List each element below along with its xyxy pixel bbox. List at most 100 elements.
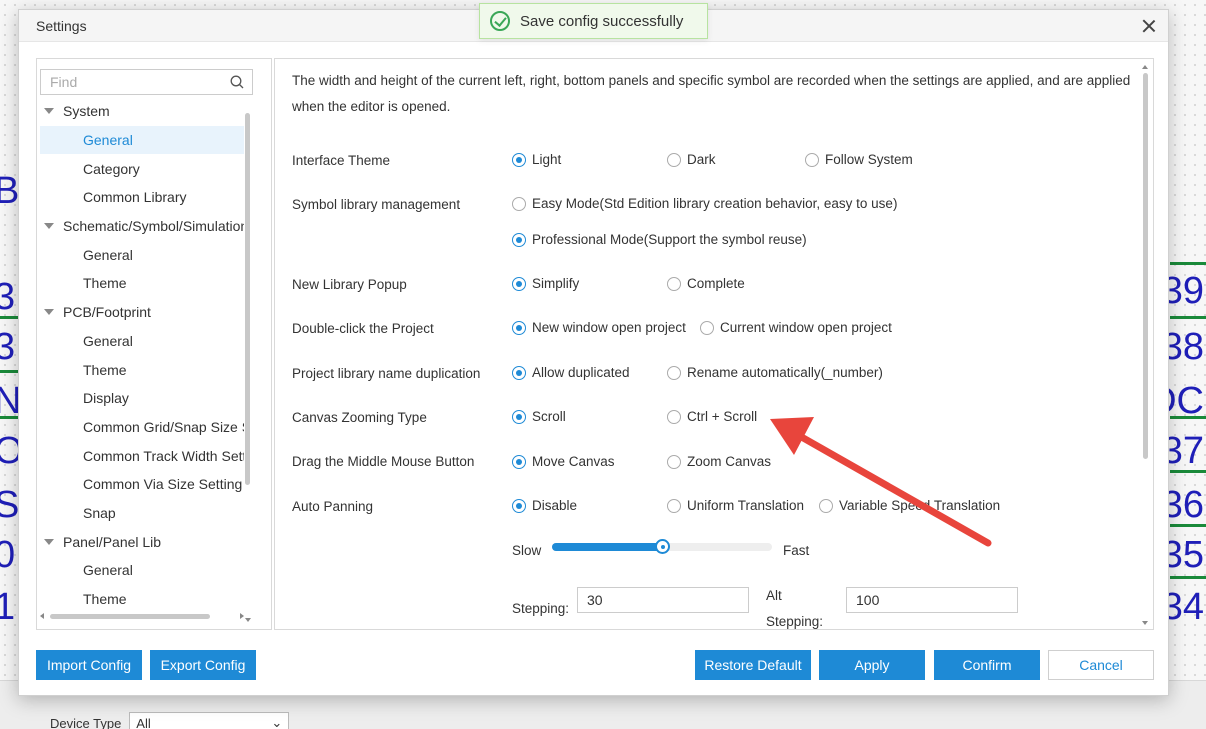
device-type-filter: Device Type All ⌄ bbox=[50, 712, 290, 729]
tree-group[interactable]: PCB/Footprint bbox=[40, 298, 244, 327]
schematic-text: B bbox=[0, 170, 20, 212]
interface-theme-label: Interface Theme bbox=[292, 153, 391, 168]
settings-description: The width and height of the current left… bbox=[292, 73, 1131, 114]
alt-stepping-input[interactable]: 100 bbox=[846, 587, 1018, 613]
close-icon[interactable] bbox=[1140, 17, 1158, 35]
tree-group[interactable]: Panel/Panel Lib bbox=[40, 527, 244, 556]
toast-message: Save config successfully bbox=[520, 12, 684, 30]
content-scrollbar[interactable] bbox=[1142, 65, 1149, 625]
radio-new-window[interactable]: New window open project bbox=[512, 320, 686, 335]
caret-down-icon[interactable] bbox=[44, 108, 54, 115]
tree-item-label: Category bbox=[83, 160, 140, 177]
tree-item[interactable]: Theme bbox=[40, 355, 244, 384]
radio-disable[interactable]: Disable bbox=[512, 498, 577, 513]
tree-item-label: Panel/Panel Lib bbox=[63, 533, 162, 550]
tree-item-label: Schematic/Symbol/Simulation bbox=[63, 218, 244, 235]
tree-item[interactable]: Common Grid/Snap Size Se bbox=[40, 413, 244, 442]
new-library-popup-label: New Library Popup bbox=[292, 277, 407, 292]
slider-slow-label: Slow bbox=[512, 543, 542, 558]
radio-rename-automatically[interactable]: Rename automatically(_number) bbox=[667, 365, 883, 380]
radio-theme-follow-system[interactable]: Follow System bbox=[805, 152, 913, 167]
search-icon[interactable] bbox=[230, 75, 244, 89]
middle-button-label: Drag the Middle Mouse Button bbox=[292, 454, 475, 469]
wire bbox=[1170, 316, 1206, 319]
stepping-input[interactable]: 30 bbox=[577, 587, 749, 613]
tree-item[interactable]: Category bbox=[40, 154, 244, 183]
slider-handle[interactable] bbox=[655, 539, 670, 554]
tree-item-label: Theme bbox=[83, 361, 127, 378]
tree-item[interactable]: General bbox=[40, 125, 244, 155]
caret-down-icon[interactable] bbox=[44, 538, 54, 545]
tree-item-label: PCB/Footprint bbox=[63, 304, 151, 321]
tree-group[interactable]: Schematic/Symbol/Simulation bbox=[40, 212, 244, 241]
radio-complete[interactable]: Complete bbox=[667, 276, 745, 291]
hscroll-thumb[interactable] bbox=[50, 614, 210, 619]
scroll-left-icon[interactable] bbox=[40, 613, 44, 619]
speed-slider[interactable] bbox=[552, 539, 772, 554]
wire bbox=[1170, 416, 1206, 419]
schematic-text: S bbox=[0, 484, 20, 526]
tree-item[interactable]: Snap bbox=[40, 499, 244, 528]
search-input[interactable] bbox=[50, 74, 220, 90]
radio-professional-mode[interactable]: Professional Mode(Support the symbol reu… bbox=[512, 232, 807, 247]
annotation-arrow-icon bbox=[770, 417, 992, 547]
tree-group[interactable]: System bbox=[40, 97, 244, 126]
dialog-title: Settings bbox=[36, 17, 87, 34]
wire bbox=[0, 370, 18, 373]
tree-item-label: Common Via Size Setting bbox=[83, 476, 243, 493]
tree-scrollbar[interactable] bbox=[244, 108, 252, 622]
settings-tree-panel: System General Category Common Library Schem… bbox=[36, 58, 272, 630]
radio-simplify[interactable]: Simplify bbox=[512, 276, 579, 291]
radio-ctrl-scroll[interactable]: Ctrl + Scroll bbox=[667, 409, 757, 424]
confirm-button[interactable]: Confirm bbox=[934, 650, 1040, 680]
tree-item-label: Snap bbox=[83, 504, 116, 521]
cancel-button[interactable]: Cancel bbox=[1048, 650, 1154, 680]
scroll-thumb[interactable] bbox=[245, 113, 250, 485]
tree-hscrollbar[interactable] bbox=[40, 611, 244, 621]
caret-down-icon[interactable] bbox=[44, 309, 54, 316]
radio-theme-light[interactable]: Light bbox=[512, 152, 561, 167]
scroll-down-icon[interactable] bbox=[1142, 621, 1148, 625]
tree-item-label: Common Grid/Snap Size Se bbox=[83, 418, 244, 435]
schematic-text: 1 bbox=[0, 586, 16, 628]
radio-zoom-canvas[interactable]: Zoom Canvas bbox=[667, 454, 771, 469]
tree-item[interactable]: General bbox=[40, 327, 244, 356]
slider-fill bbox=[552, 543, 662, 551]
lib-duplication-label: Project library name duplication bbox=[292, 366, 481, 381]
success-toast: Save config successfully bbox=[479, 3, 708, 39]
tree-item[interactable]: Theme bbox=[40, 269, 244, 298]
tree-item[interactable]: General bbox=[40, 240, 244, 269]
wire bbox=[0, 416, 18, 419]
tree-item[interactable]: General bbox=[40, 556, 244, 585]
radio-current-window[interactable]: Current window open project bbox=[700, 320, 892, 335]
wire bbox=[1170, 262, 1206, 265]
import-config-button[interactable]: Import Config bbox=[36, 650, 142, 680]
tree-item[interactable]: Common Library bbox=[40, 183, 244, 212]
schematic-text: 3 bbox=[0, 276, 16, 318]
auto-panning-label: Auto Panning bbox=[292, 499, 374, 514]
restore-default-button[interactable]: Restore Default bbox=[695, 650, 811, 680]
tree-item[interactable]: Common Via Size Setting bbox=[40, 470, 244, 499]
wire bbox=[0, 316, 18, 319]
tree-item[interactable]: Display bbox=[40, 384, 244, 413]
radio-theme-dark[interactable]: Dark bbox=[667, 152, 716, 167]
scroll-down-icon[interactable] bbox=[245, 618, 251, 622]
caret-down-icon[interactable] bbox=[44, 223, 54, 230]
device-type-select[interactable]: All ⌄ bbox=[129, 712, 290, 729]
apply-button[interactable]: Apply bbox=[819, 650, 925, 680]
export-config-button[interactable]: Export Config bbox=[150, 650, 256, 680]
tree-item[interactable]: Common Track Width Settin bbox=[40, 441, 244, 470]
tree-item-label: System bbox=[63, 103, 110, 120]
scroll-right-icon[interactable] bbox=[240, 613, 244, 619]
radio-move-canvas[interactable]: Move Canvas bbox=[512, 454, 615, 469]
scroll-thumb[interactable] bbox=[1143, 73, 1148, 459]
tree-item[interactable]: Theme bbox=[40, 585, 244, 614]
radio-easy-mode[interactable]: Easy Mode(Std Edition library creation b… bbox=[512, 196, 897, 211]
canvas-zoom-label: Canvas Zooming Type bbox=[292, 410, 427, 425]
tree-item-label: General bbox=[83, 132, 133, 149]
tree-item-label: Theme bbox=[83, 591, 127, 608]
radio-scroll[interactable]: Scroll bbox=[512, 409, 566, 424]
radio-allow-duplicated[interactable]: Allow duplicated bbox=[512, 365, 630, 380]
schematic-text: 0 bbox=[0, 534, 16, 576]
scroll-up-icon[interactable] bbox=[1142, 65, 1148, 69]
